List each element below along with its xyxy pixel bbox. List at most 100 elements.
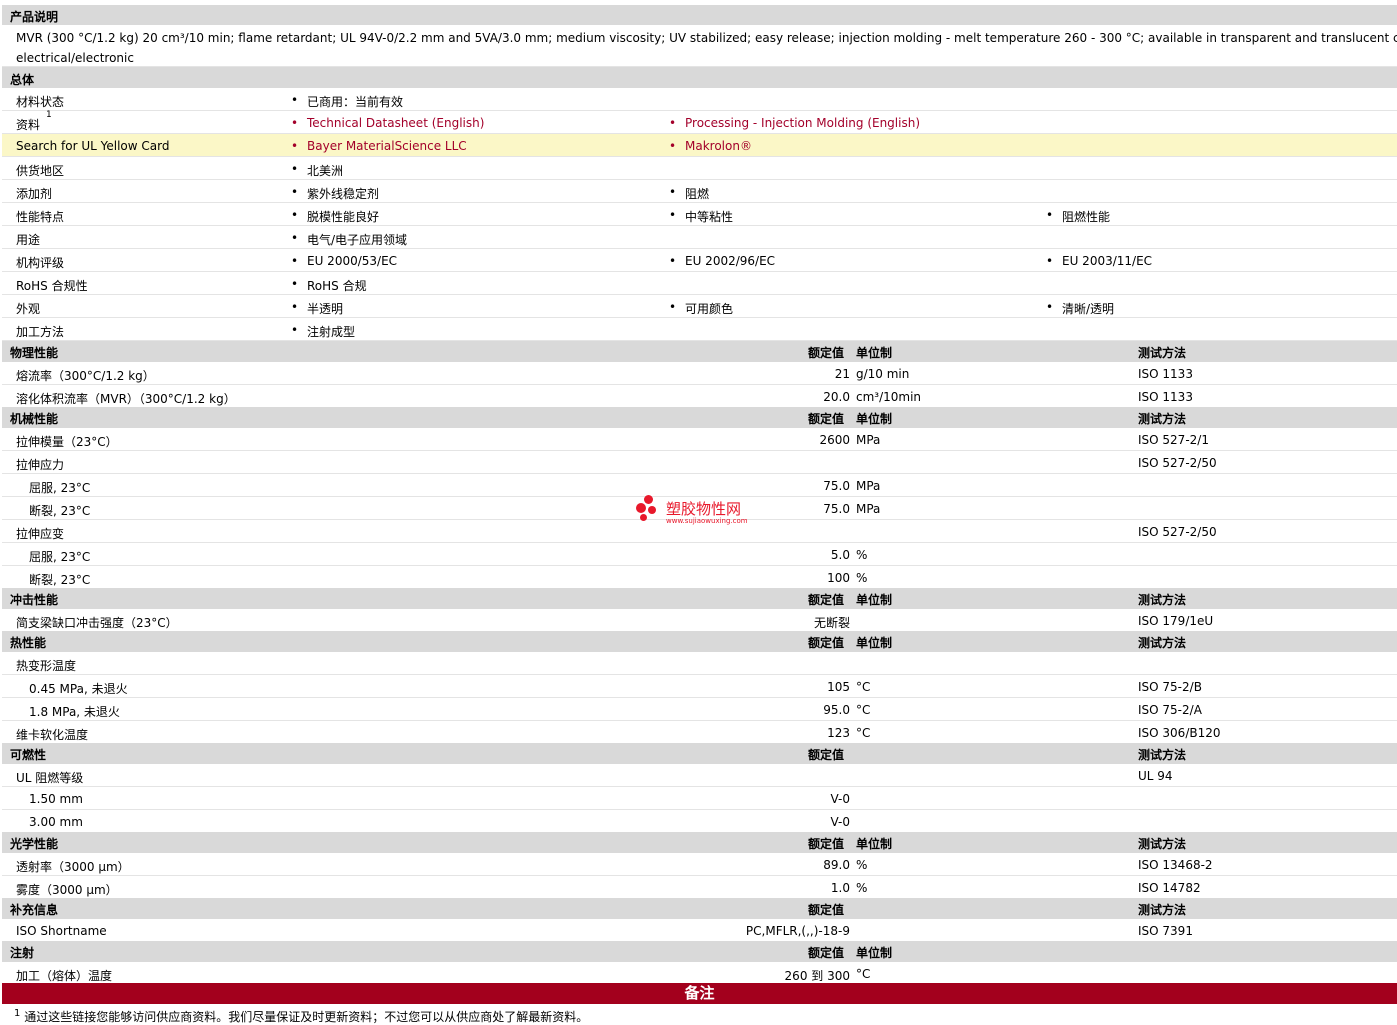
property-unit: % — [856, 858, 868, 872]
property-label: 加工（熔体）温度 — [16, 969, 113, 983]
section-title: 物理性能 — [10, 346, 59, 360]
section-title: 冲击性能 — [10, 593, 59, 607]
general-row-label: 添加剂 — [16, 187, 53, 201]
header-unit: 单位制 — [856, 346, 893, 360]
property-label: 溶化体积流率（MVR）（300°C/1.2 kg） — [16, 392, 236, 406]
general-row: 用途 电气/电子应用领域 — [2, 226, 1397, 249]
property-unit: g/10 min — [856, 367, 910, 381]
footnote-ref: 1 — [46, 110, 52, 120]
general-row-label: Search for UL Yellow Card — [16, 139, 170, 153]
test-method: ISO 75-2/B — [1138, 680, 1202, 694]
test-method: ISO 1133 — [1138, 367, 1193, 381]
property-value: PC,MFLR,(,,)-18-9 — [745, 924, 850, 938]
product-desc-row: MVR (300 °C/1.2 kg) 20 cm³/10 min; flame… — [2, 25, 1397, 67]
property-unit: °C — [856, 680, 871, 694]
property-value: V-0 — [830, 792, 850, 806]
supplier-link[interactable]: Technical Datasheet (English) — [291, 116, 484, 130]
property-value: V-0 — [830, 815, 850, 829]
header-value: 额定值 — [808, 837, 845, 851]
general-row-label: 加工方法 — [16, 325, 65, 339]
property-row: 加工（熔体）温度 260 到 300 °C — [2, 962, 1397, 985]
property-label: 0.45 MPa, 未退火 — [29, 682, 128, 696]
property-label: 1.8 MPa, 未退火 — [29, 705, 120, 719]
supplier-link[interactable]: Makrolon® — [669, 139, 752, 153]
general-row: 资料 1 Technical Datasheet (English) Processi… — [2, 110, 1397, 134]
property-row: 熔流率（300°C/1.2 kg） 21 g/10 min ISO 1133 — [2, 362, 1397, 385]
test-method: UL 94 — [1138, 769, 1173, 783]
section-title: 总体 — [10, 73, 35, 87]
property-unit: MPa — [856, 479, 881, 493]
general-row: 外观 半透明 可用颜色 清晰/透明 — [2, 295, 1397, 318]
product-desc-line: electrical/electronic — [16, 51, 134, 65]
supplier-link[interactable]: Processing - Injection Molding (English) — [669, 116, 920, 130]
property-value: 260 到 300 — [784, 969, 850, 983]
general-value: 半透明 — [291, 300, 343, 317]
property-value: 21 — [834, 367, 850, 381]
property-row: 断裂, 23°C 100% — [2, 566, 1397, 589]
general-value: EU 2003/11/EC — [1046, 254, 1152, 268]
header-value: 额定值 — [808, 593, 845, 607]
general-value: 紫外线稳定剂 — [291, 185, 379, 202]
property-unit: MPa — [856, 433, 881, 447]
general-value: RoHS 合规 — [291, 277, 367, 294]
header-unit: 单位制 — [856, 946, 893, 960]
property-row: 热变形温度 — [2, 652, 1397, 675]
general-row-label: 供货地区 — [16, 164, 65, 178]
general-value: 电气/电子应用领域 — [291, 231, 407, 248]
property-row: 拉伸模量（23°C） 2600 MPa ISO 527-2/1 — [2, 428, 1397, 451]
property-row: 溶化体积流率（MVR）（300°C/1.2 kg） 20.0 cm³/10min IS… — [2, 385, 1397, 408]
property-unit: °C — [856, 703, 871, 717]
supplier-link[interactable]: Bayer MaterialScience LLC — [291, 139, 467, 153]
general-value: EU 2000/53/EC — [291, 254, 397, 268]
header-value: 额定值 — [808, 636, 845, 650]
property-value: 100 — [827, 571, 850, 585]
property-label: 维卡软化温度 — [16, 728, 89, 742]
header-value: 额定值 — [808, 946, 845, 960]
section-title: 机械性能 — [10, 412, 59, 426]
general-row-label: 性能特点 — [16, 210, 65, 224]
property-label: 拉伸应力 — [16, 458, 65, 472]
general-value: 可用颜色 — [669, 300, 733, 317]
property-value: 20.0 — [823, 390, 850, 404]
header-method: 测试方法 — [1138, 903, 1187, 917]
section-title: 补充信息 — [10, 903, 59, 917]
section-title: 可燃性 — [10, 748, 47, 762]
general-row: Search for UL Yellow Card Bayer MaterialS… — [2, 134, 1397, 157]
property-label: 拉伸模量（23°C） — [16, 435, 118, 449]
general-value: 注射成型 — [291, 323, 355, 340]
header-value: 额定值 — [808, 748, 845, 762]
property-unit: % — [856, 881, 868, 895]
header-value: 额定值 — [808, 412, 845, 426]
header-unit: 单位制 — [856, 636, 893, 650]
property-row: 简支梁缺口冲击强度（23°C） 无断裂 ISO 179/1eU — [2, 609, 1397, 632]
general-row: 机构评级 EU 2000/53/EC EU 2002/96/EC EU 2003/11… — [2, 249, 1397, 272]
header-unit: 单位制 — [856, 837, 893, 851]
header-method: 测试方法 — [1138, 412, 1187, 426]
header-value: 额定值 — [808, 903, 845, 917]
property-value: 5.0 — [830, 548, 850, 562]
property-row: 屈服, 23°C 5.0% — [2, 543, 1397, 566]
section-mechanical: 机械性能 额定值 单位制 测试方法 — [2, 407, 1397, 428]
header-unit: 单位制 — [856, 412, 893, 426]
property-value: 105 — [827, 680, 850, 694]
product-desc-line: MVR (300 °C/1.2 kg) 20 cm³/10 min; flame… — [16, 31, 1397, 45]
property-row: 0.45 MPa, 未退火 105 °C ISO 75-2/B — [2, 675, 1397, 698]
property-label: ISO Shortname — [16, 924, 107, 938]
property-label: 拉伸应变 — [16, 527, 65, 541]
general-value: 阻燃性能 — [1046, 208, 1110, 225]
property-label: 熔流率（300°C/1.2 kg） — [16, 369, 155, 383]
watermark: 塑胶物性网 www.sujiaowuxing.com — [636, 495, 776, 529]
property-label: 断裂, 23°C — [29, 573, 91, 587]
property-row: ISO Shortname PC,MFLR,(,,)-18-9 ISO 7391 — [2, 919, 1397, 942]
general-row: 供货地区 北美洲 — [2, 157, 1397, 180]
general-value: 脱模性能良好 — [291, 208, 379, 225]
section-title: 热性能 — [10, 636, 47, 650]
footnote: 1 通过这些链接您能够访问供应商资料。我们尽量保证及时更新资料；不过您可以从供应… — [14, 1008, 588, 1025]
general-row-label: 机构评级 — [16, 256, 65, 270]
property-value: 89.0 — [823, 858, 850, 872]
property-value: 75.0 — [823, 502, 850, 516]
general-row-label: 材料状态 — [16, 95, 65, 109]
watermark-name: 塑胶物性网 — [666, 500, 742, 518]
property-unit: °C — [856, 967, 871, 981]
header-method: 测试方法 — [1138, 837, 1187, 851]
